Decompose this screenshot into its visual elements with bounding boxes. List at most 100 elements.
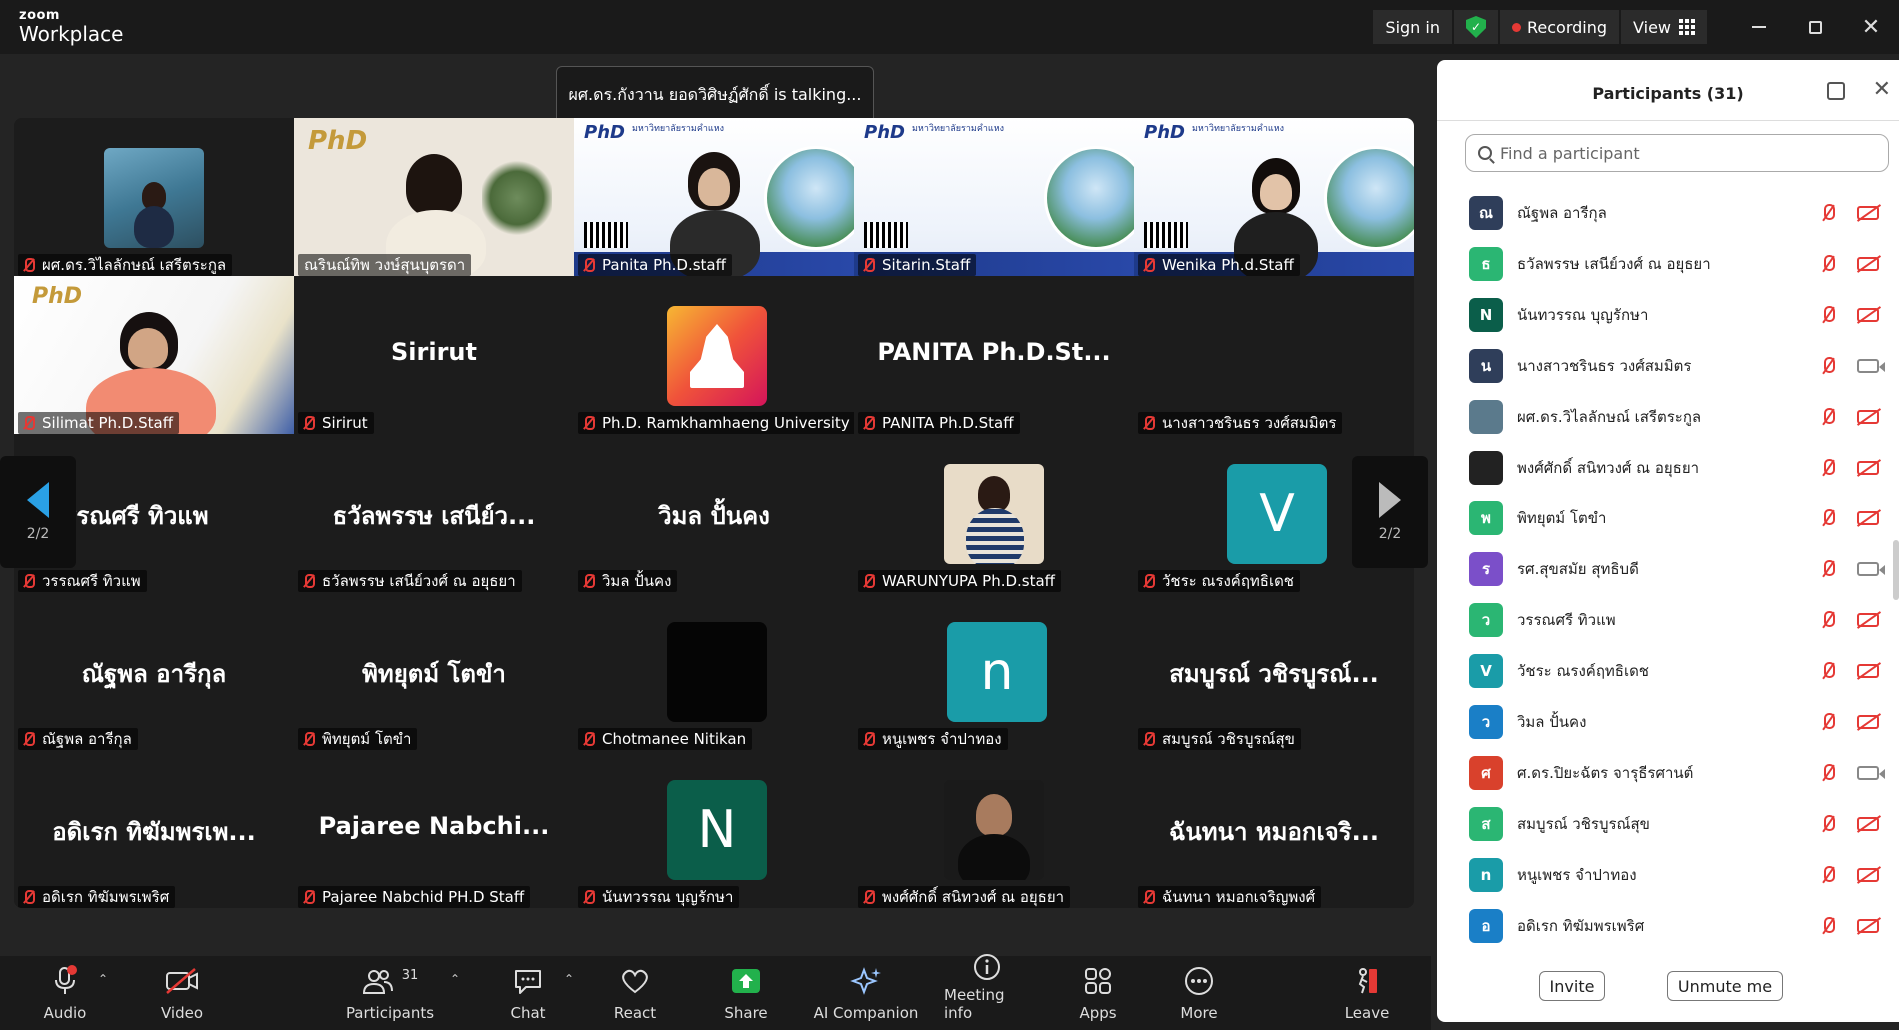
video-button[interactable]: Video (156, 956, 208, 1030)
mic-muted-icon[interactable] (1821, 763, 1835, 783)
recording-indicator[interactable]: Recording (1500, 10, 1620, 44)
mic-muted-icon[interactable] (1821, 356, 1835, 376)
participant-row[interactable]: ร รศ.สุขสมัย สุทธิบดี (1437, 544, 1899, 594)
video-tile[interactable]: PhD Silimat Ph.D.Staff (14, 276, 294, 434)
audio-button[interactable]: Audio (40, 956, 90, 1030)
video-on-icon[interactable] (1857, 562, 1885, 577)
mic-muted-icon[interactable] (1821, 559, 1835, 579)
participant-row[interactable]: N นันทวรรณ บุญรักษา (1437, 290, 1899, 340)
phd-logo: PhD (308, 126, 368, 156)
participant-row[interactable]: น นางสาวชรินธร วงศ์สมมิตร (1437, 341, 1899, 391)
participant-row[interactable]: ว วรรณศรี ทิวแพ (1437, 595, 1899, 645)
participant-row[interactable]: อ อดิเรก ทิฆัมพรเพริศ (1437, 901, 1899, 951)
participant-row[interactable]: ณ ณัฐพล อารีกุล (1437, 188, 1899, 238)
video-on-icon[interactable] (1857, 765, 1885, 780)
video-off-icon[interactable] (1857, 918, 1879, 933)
participants-options-chevron-icon[interactable]: ⌃ (450, 972, 460, 986)
mic-muted-icon[interactable] (1821, 407, 1835, 427)
video-tile[interactable]: Sirirut Sirirut (294, 276, 574, 434)
video-tile[interactable]: นางสาวชรินธร วงศ์สมมิตร (1134, 276, 1414, 434)
video-off-icon[interactable] (1857, 715, 1879, 729)
video-tile[interactable]: ธวัลพรรษ เสนีย์ว... ธวัลพรรษ เสนีย์วงศ์ … (294, 434, 574, 592)
video-tile[interactable]: สมบูรณ์ วชิรบูรณ์... สมบูรณ์ วชิรบูรณ์สุ… (1134, 592, 1414, 750)
more-button[interactable]: More (1176, 956, 1222, 1030)
react-button[interactable]: React (612, 956, 658, 1030)
recording-dot-icon (1512, 22, 1521, 32)
video-tile[interactable]: n หนูเพชร จำปาทอง (854, 592, 1134, 750)
video-tile[interactable]: Chotmanee Nitikan (574, 592, 854, 750)
participant-row[interactable]: n หนูเพชร จำปาทอง (1437, 850, 1899, 900)
participant-row[interactable]: ว วิมล ปั้นคง (1437, 697, 1899, 747)
mic-muted-icon[interactable] (1821, 203, 1835, 223)
participant-row[interactable]: พงศ์ศักดิ์ สนิทวงศ์ ณ อยุธยา (1437, 443, 1899, 493)
meeting-info-button[interactable]: Meeting info (944, 954, 1030, 1030)
audio-options-chevron-icon[interactable]: ⌃ (98, 972, 108, 986)
video-off-icon[interactable] (1857, 460, 1879, 475)
video-tile[interactable]: PhD ณรินณ์ทิพ วงษ์สุนบุตรดา (294, 118, 574, 276)
video-tile[interactable]: WARUNYUPA Ph.D.staff (854, 434, 1134, 592)
panel-close-icon[interactable]: ✕ (1873, 77, 1891, 102)
video-off-icon[interactable] (1857, 664, 1879, 679)
participant-search-input[interactable]: Find a participant (1465, 134, 1889, 172)
mic-muted-icon[interactable] (1821, 458, 1835, 478)
mic-muted-icon[interactable] (1821, 508, 1835, 528)
participant-row[interactable]: ธ ธวัลพรรษ เสนีย์วงศ์ ณ อยุธยา (1437, 239, 1899, 289)
video-tile[interactable]: พิทยุตม์ โตขำ พิทยุตม์ โตขำ (294, 592, 574, 750)
video-tile[interactable]: Ph.D. Ramkhamhaeng University (574, 276, 854, 434)
mic-muted-icon[interactable] (1821, 254, 1835, 274)
video-tile[interactable]: วิมล ปั้นคง วิมล ปั้นคง (574, 434, 854, 592)
chat-options-chevron-icon[interactable]: ⌃ (564, 972, 574, 986)
view-button[interactable]: View (1621, 10, 1707, 44)
next-page-button[interactable]: 2/2 (1352, 456, 1428, 568)
participants-button[interactable]: 31 Participants (346, 956, 434, 1030)
video-off-icon[interactable] (1857, 867, 1879, 882)
encryption-status[interactable]: ✓ (1454, 10, 1498, 44)
video-tile[interactable]: N นันทวรรณ บุญรักษา (574, 750, 854, 908)
video-off-icon[interactable] (1857, 613, 1879, 628)
video-tile[interactable]: ฉันทนา หมอกเจริ... ฉันทนา หมอกเจริญพงศ์ (1134, 750, 1414, 908)
video-tile[interactable]: อดิเรก ทิฆัมพรเพ... อดิเรก ทิฆัมพรเพริศ (14, 750, 294, 908)
participant-row[interactable]: ผศ.ดร.วิไลลักษณ์ เสรีตระกูล (1437, 392, 1899, 442)
invite-button[interactable]: Invite (1539, 971, 1605, 1001)
video-tile[interactable]: PhD มหาวิทยาลัยรามคำแหง Panita Ph.D.staff (574, 118, 854, 276)
previous-page-button[interactable]: 2/2 (0, 456, 76, 568)
mic-muted-icon[interactable] (1821, 865, 1835, 885)
participant-row[interactable]: พ พิทยุตม์ โตขำ (1437, 493, 1899, 543)
minimize-button[interactable] (1731, 0, 1787, 54)
participant-row[interactable]: V วัชระ ณรงค์ฤทธิเดช (1437, 646, 1899, 696)
chat-button[interactable]: Chat (506, 956, 550, 1030)
participant-row[interactable]: ศ ศ.ดร.ปิยะฉัตร จารุธีรศานต์ (1437, 748, 1899, 798)
video-tile[interactable]: ผศ.ดร.วิไลลักษณ์ เสรีตระกูล (14, 118, 294, 276)
video-on-icon[interactable] (1857, 358, 1885, 373)
mic-muted-icon[interactable] (1821, 661, 1835, 681)
video-off-icon[interactable] (1857, 307, 1879, 322)
apps-button[interactable]: Apps (1076, 956, 1120, 1030)
mic-muted-icon[interactable] (1821, 610, 1835, 630)
unmute-me-button[interactable]: Unmute me (1667, 971, 1783, 1001)
video-tile[interactable]: PhD มหาวิทยาลัยรามคำแหง Wenika Ph.d.Staff (1134, 118, 1414, 276)
video-tile[interactable]: PhD มหาวิทยาลัยรามคำแหง Sitarin.Staff (854, 118, 1134, 276)
share-button[interactable]: Share (722, 956, 770, 1030)
participant-list-scrollbar[interactable] (1893, 540, 1899, 600)
video-off-icon[interactable] (1857, 409, 1879, 424)
video-off-icon[interactable] (1857, 256, 1879, 271)
mic-muted-icon[interactable] (1821, 916, 1835, 936)
ai-companion-button[interactable]: AI Companion (812, 956, 920, 1030)
mic-muted-icon[interactable] (1821, 305, 1835, 325)
sign-in-button[interactable]: Sign in (1373, 10, 1452, 44)
leave-button[interactable]: Leave (1344, 956, 1390, 1030)
participant-row[interactable]: ส สมบูรณ์ วชิรบูรณ์สุข (1437, 799, 1899, 849)
close-window-button[interactable]: ✕ (1843, 0, 1899, 54)
restore-button[interactable] (1787, 0, 1843, 54)
mic-muted-icon[interactable] (1821, 814, 1835, 834)
popout-icon[interactable] (1827, 82, 1845, 100)
video-tile[interactable]: พงศ์ศักดิ์ สนิทวงศ์ ณ อยุธยา (854, 750, 1134, 908)
video-off-icon[interactable] (1857, 511, 1879, 526)
video-off-icon[interactable] (1857, 206, 1879, 220)
video-tile[interactable]: ณัฐพล อารีกุล ณัฐพล อารีกุล (14, 592, 294, 750)
video-tile[interactable]: Pajaree Nabchi... Pajaree Nabchid PH.D S… (294, 750, 574, 908)
mic-muted-icon[interactable] (1821, 712, 1835, 732)
video-tile[interactable]: PANITA Ph.D.St... PANITA Ph.D.Staff (854, 276, 1134, 434)
tile-name-label: นางสาวชรินธร วงศ์สมมิตร (1138, 412, 1343, 434)
video-off-icon[interactable] (1857, 816, 1879, 831)
